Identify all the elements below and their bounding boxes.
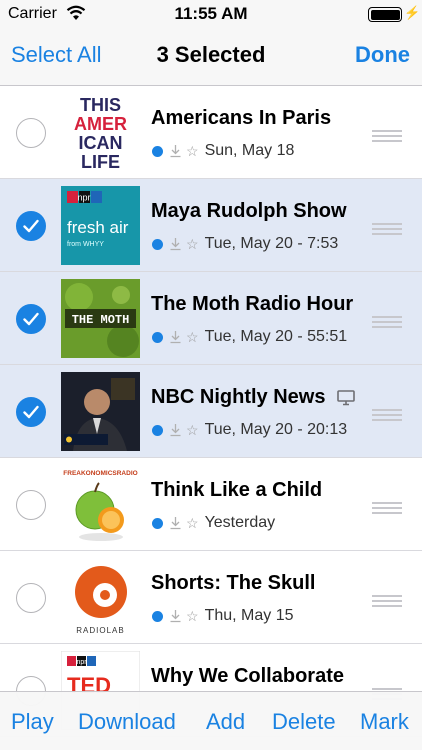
select-checkbox[interactable] bbox=[16, 583, 46, 613]
star-icon: ☆ bbox=[186, 515, 199, 531]
delete-button[interactable]: Delete bbox=[272, 709, 336, 735]
episode-row[interactable]: RADIOLAB Shorts: The Skull ☆ Thu, May 15 bbox=[0, 551, 422, 644]
reorder-handle-icon[interactable] bbox=[372, 223, 402, 235]
mark-button[interactable]: Mark bbox=[360, 709, 409, 735]
episode-title: Americans In Paris bbox=[151, 107, 332, 129]
episode-row[interactable]: THE MOTH The Moth Radio Hour ☆ Tue, May … bbox=[0, 272, 422, 365]
episode-meta: ☆ Tue, May 20 - 55:51 bbox=[152, 328, 347, 346]
episode-title: Maya Rudolph Show bbox=[151, 200, 347, 222]
episode-title: Why We Collaborate bbox=[151, 665, 344, 687]
reorder-handle-icon[interactable] bbox=[372, 130, 402, 142]
download-button[interactable]: Download bbox=[78, 709, 176, 735]
freakonomics-artwork: FREAKONOMICSRADIO bbox=[61, 465, 140, 544]
episode-date: Tue, May 20 - 20:13 bbox=[204, 421, 348, 438]
checkmark-icon bbox=[23, 405, 39, 419]
star-icon: ☆ bbox=[186, 329, 199, 345]
unplayed-dot-icon bbox=[152, 610, 163, 622]
star-icon: ☆ bbox=[186, 422, 199, 438]
unplayed-dot-icon bbox=[152, 517, 163, 529]
episode-row[interactable]: FREAKONOMICSRADIO Think Like a Child ☆ Y… bbox=[0, 458, 422, 551]
episode-title: Think Like a Child bbox=[151, 479, 323, 501]
reorder-handle-icon[interactable] bbox=[372, 502, 402, 514]
download-icon bbox=[170, 238, 181, 251]
unplayed-dot-icon bbox=[152, 424, 163, 436]
svg-text:AMER: AMER bbox=[74, 114, 127, 134]
select-checkbox[interactable] bbox=[16, 118, 46, 148]
episode-title: Shorts: The Skull bbox=[151, 572, 316, 594]
episode-title: The Moth Radio Hour bbox=[151, 293, 354, 315]
this-american-life-artwork: THIS AMER ICAN LIFE bbox=[61, 93, 140, 172]
select-checkbox[interactable] bbox=[16, 304, 46, 334]
episode-row[interactable]: THIS AMER ICAN LIFE Americans In Paris ☆… bbox=[0, 86, 422, 179]
svg-text:npr: npr bbox=[76, 659, 87, 666]
checkmark-icon bbox=[23, 219, 39, 233]
checkmark-icon bbox=[23, 312, 39, 326]
status-bar: Carrier 11:55 AM ⚡ bbox=[0, 0, 422, 28]
episode-date: Thu, May 15 bbox=[204, 607, 294, 624]
download-icon bbox=[170, 610, 181, 623]
download-icon bbox=[170, 145, 181, 158]
episode-meta: ☆ Sun, May 18 bbox=[152, 142, 294, 160]
select-checkbox[interactable] bbox=[16, 211, 46, 241]
star-icon: ☆ bbox=[186, 143, 199, 159]
download-icon bbox=[170, 331, 181, 344]
unplayed-dot-icon bbox=[152, 145, 163, 157]
episode-list: THIS AMER ICAN LIFE Americans In Paris ☆… bbox=[0, 86, 422, 737]
star-icon: ☆ bbox=[186, 608, 199, 624]
svg-text:fresh air: fresh air bbox=[67, 218, 129, 237]
svg-text:LIFE: LIFE bbox=[81, 152, 120, 172]
add-button[interactable]: Add bbox=[206, 709, 245, 735]
play-button[interactable]: Play bbox=[11, 709, 54, 735]
episode-date: Tue, May 20 - 7:53 bbox=[204, 235, 339, 252]
episode-meta: ☆ Tue, May 20 - 7:53 bbox=[152, 235, 338, 253]
episode-row[interactable]: NBC Nightly News ☆ Tue, May 20 - 20:13 bbox=[0, 365, 422, 458]
charging-bolt-icon: ⚡ bbox=[404, 5, 421, 20]
episode-date: Sun, May 18 bbox=[204, 142, 295, 159]
episode-date: Tue, May 20 - 55:51 bbox=[204, 328, 348, 345]
svg-text:from WHYY: from WHYY bbox=[67, 241, 104, 248]
bottom-toolbar: Play Download Add Delete Mark bbox=[0, 691, 422, 750]
episode-row[interactable]: npr fresh air from WHYY Maya Rudolph Sho… bbox=[0, 179, 422, 272]
episode-meta: ☆ Yesterday bbox=[152, 514, 275, 532]
select-checkbox[interactable] bbox=[16, 397, 46, 427]
video-icon bbox=[337, 390, 355, 406]
the-moth-artwork: THE MOTH bbox=[61, 279, 140, 358]
episode-meta: ☆ Tue, May 20 - 20:13 bbox=[152, 421, 347, 439]
unplayed-dot-icon bbox=[152, 238, 163, 250]
svg-text:THE MOTH: THE MOTH bbox=[72, 313, 130, 327]
episode-title: NBC Nightly News bbox=[151, 386, 326, 408]
download-icon bbox=[170, 424, 181, 437]
nbc-nightly-news-artwork bbox=[61, 372, 140, 451]
done-button[interactable]: Done bbox=[355, 42, 410, 68]
clock: 11:55 AM bbox=[174, 4, 248, 23]
battery-icon bbox=[368, 7, 402, 22]
svg-text:THIS: THIS bbox=[80, 95, 121, 115]
navigation-bar: Select All 3 Selected Done bbox=[0, 28, 422, 86]
episode-date: Yesterday bbox=[204, 514, 276, 531]
star-icon: ☆ bbox=[186, 236, 199, 252]
fresh-air-artwork: npr fresh air from WHYY bbox=[61, 186, 140, 265]
svg-text:FREAKONOMICSRADIO: FREAKONOMICSRADIO bbox=[63, 470, 137, 477]
svg-text:RADIOLAB: RADIOLAB bbox=[76, 626, 124, 635]
reorder-handle-icon[interactable] bbox=[372, 409, 402, 421]
reorder-handle-icon[interactable] bbox=[372, 595, 402, 607]
reorder-handle-icon[interactable] bbox=[372, 316, 402, 328]
download-icon bbox=[170, 517, 181, 530]
unplayed-dot-icon bbox=[152, 331, 163, 343]
svg-text:ICAN: ICAN bbox=[79, 133, 123, 153]
radiolab-artwork: RADIOLAB bbox=[61, 558, 140, 637]
svg-text:npr: npr bbox=[77, 193, 90, 203]
select-checkbox[interactable] bbox=[16, 490, 46, 520]
episode-meta: ☆ Thu, May 15 bbox=[152, 607, 294, 625]
